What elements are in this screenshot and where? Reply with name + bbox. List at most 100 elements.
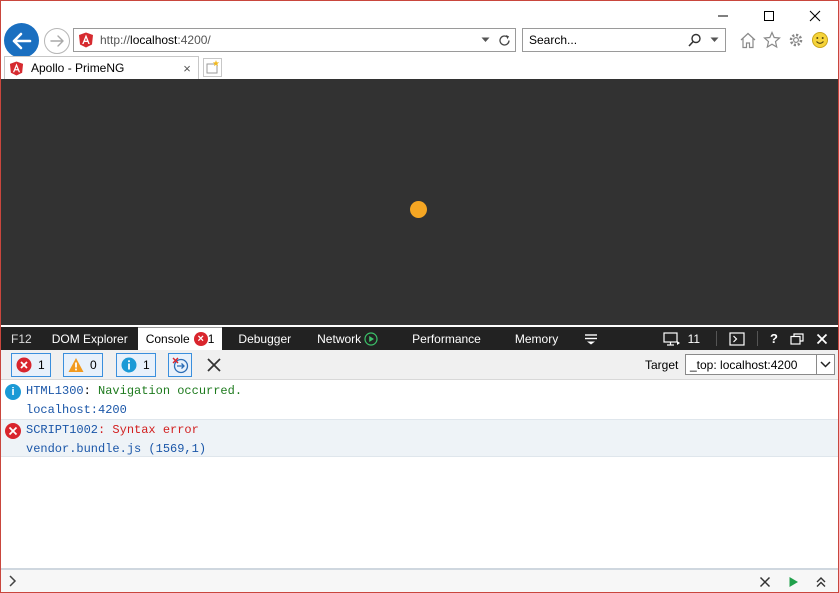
network-record-icon <box>364 331 378 346</box>
refresh-icon[interactable] <box>496 30 512 50</box>
message-code: SCRIPT1002 <box>26 423 99 437</box>
help-button[interactable]: ? <box>764 327 784 350</box>
message-body: Syntax error <box>105 423 199 437</box>
monitor-icon <box>662 331 680 346</box>
info-icon: i <box>5 384 21 400</box>
loading-spinner-dot <box>410 201 427 218</box>
url-path: :4200/ <box>177 33 211 47</box>
error-badge-icon: × <box>193 332 208 346</box>
warning-count: 0 <box>90 358 97 372</box>
play-icon <box>789 577 798 587</box>
chevron-down-icon[interactable] <box>816 355 834 374</box>
double-chevron-up-icon <box>816 577 826 587</box>
console-toggle-button[interactable] <box>723 327 751 350</box>
tab-bar: Apollo - PrimeNG × <box>1 56 838 79</box>
emulation-button[interactable]: 11 <box>657 327 706 350</box>
address-url: http://localhost:4200/ <box>100 33 477 47</box>
angular-logo-icon <box>79 32 93 48</box>
search-dropdown-icon[interactable] <box>706 30 722 50</box>
message-count: 1 <box>143 358 150 372</box>
forward-button[interactable] <box>44 28 70 54</box>
navigation-bar: http://localhost:4200/ <box>1 23 838 58</box>
info-icon <box>121 357 137 373</box>
new-tab-icon <box>206 60 220 74</box>
undock-icon <box>790 332 804 345</box>
favorites-star-icon[interactable] <box>761 29 783 51</box>
clear-icon <box>207 358 221 372</box>
browser-toolbar <box>737 29 831 51</box>
console-message-error: SCRIPT1002: Syntax error vendor.bundle.j… <box>1 419 838 457</box>
message-text: HTML1300: Navigation occurred. <box>26 384 242 398</box>
back-arrow-icon <box>12 32 31 49</box>
back-button[interactable] <box>4 23 39 58</box>
tab-console[interactable]: Console × 1 <box>137 327 223 350</box>
expand-multiline-button[interactable] <box>812 574 830 590</box>
clear-console-button[interactable] <box>205 356 223 374</box>
undock-button[interactable] <box>784 327 810 350</box>
console-toolbar: 1 0 1 Target _top: localhost:4200 <box>1 350 838 380</box>
devtools-tab-bar: F12 DOM Explorer Console × 1 Debugger Ne… <box>1 327 838 350</box>
run-button[interactable] <box>784 574 802 590</box>
devtools-f12-label: F12 <box>11 331 32 346</box>
tab-network[interactable]: Network <box>301 327 388 350</box>
tab-debugger[interactable]: Debugger <box>222 327 301 350</box>
hamburger-dropdown-icon <box>585 333 598 344</box>
console-message-info: i HTML1300: Navigation occurred. localho… <box>1 381 838 419</box>
filter-errors-button[interactable]: 1 <box>11 353 51 377</box>
toolbar-divider <box>716 331 718 346</box>
page-viewport <box>1 79 838 325</box>
toolbar-divider <box>757 331 759 346</box>
close-devtools-button[interactable] <box>810 327 834 350</box>
tab-close-button[interactable]: × <box>180 61 194 76</box>
chevron-right-icon <box>9 575 17 587</box>
home-icon[interactable] <box>737 29 759 51</box>
filter-warnings-button[interactable]: 0 <box>63 353 103 377</box>
forward-arrow-icon <box>50 35 64 47</box>
address-bar[interactable]: http://localhost:4200/ <box>73 28 516 52</box>
clear-on-navigate-icon <box>172 357 189 373</box>
browser-tab[interactable]: Apollo - PrimeNG × <box>4 56 199 79</box>
more-tabs-button[interactable] <box>568 327 608 350</box>
tab-memory[interactable]: Memory <box>491 327 568 350</box>
devtools-right-controls: 11 ? <box>657 327 838 350</box>
target-value: _top: localhost:4200 <box>690 357 798 372</box>
target-select[interactable]: _top: localhost:4200 <box>685 354 835 375</box>
close-icon <box>816 333 828 344</box>
console-command-line[interactable] <box>1 568 838 592</box>
error-count: 1 <box>38 358 45 372</box>
url-scheme: http:// <box>100 33 131 47</box>
message-code: HTML1300 <box>26 384 84 398</box>
command-line-buttons <box>756 574 830 590</box>
settings-gear-icon[interactable] <box>785 29 807 51</box>
tab-dom-explorer[interactable]: DOM Explorer <box>42 327 138 350</box>
error-icon <box>5 423 21 439</box>
tab-title: Apollo - PrimeNG <box>31 61 125 75</box>
tab-console-error-count: 1 <box>207 332 215 346</box>
message-separator: : <box>83 384 91 398</box>
url-host: localhost <box>130 33 178 47</box>
filter-messages-button[interactable]: 1 <box>116 353 156 377</box>
message-body: Navigation occurred. <box>90 384 243 398</box>
browser-window: http://localhost:4200/ Search... Apollo … <box>0 0 839 593</box>
search-icon[interactable] <box>687 30 703 50</box>
message-source-link[interactable]: vendor.bundle.js (1569,1) <box>26 442 206 456</box>
tab-console-label: Console <box>145 332 190 346</box>
maximize-icon <box>764 11 774 21</box>
clear-on-navigate-button[interactable] <box>168 353 192 377</box>
search-input[interactable] <box>523 30 687 50</box>
address-dropdown-icon[interactable] <box>477 30 493 50</box>
tab-network-label: Network <box>317 331 362 346</box>
angular-tab-icon <box>9 60 24 76</box>
feedback-smiley-icon[interactable] <box>809 29 831 51</box>
error-icon <box>16 357 32 373</box>
message-text: SCRIPT1002: Syntax error <box>26 423 199 437</box>
tab-performance[interactable]: Performance <box>388 327 491 350</box>
new-tab-button[interactable] <box>203 58 222 77</box>
minimize-icon <box>718 15 728 17</box>
search-box <box>522 28 726 52</box>
console-output: i HTML1300: Navigation occurred. localho… <box>1 381 838 567</box>
console-prompt-icon <box>729 331 745 346</box>
message-source-link[interactable]: localhost:4200 <box>26 403 127 417</box>
clear-input-button[interactable] <box>756 574 774 590</box>
emulation-count: 11 <box>687 331 701 346</box>
